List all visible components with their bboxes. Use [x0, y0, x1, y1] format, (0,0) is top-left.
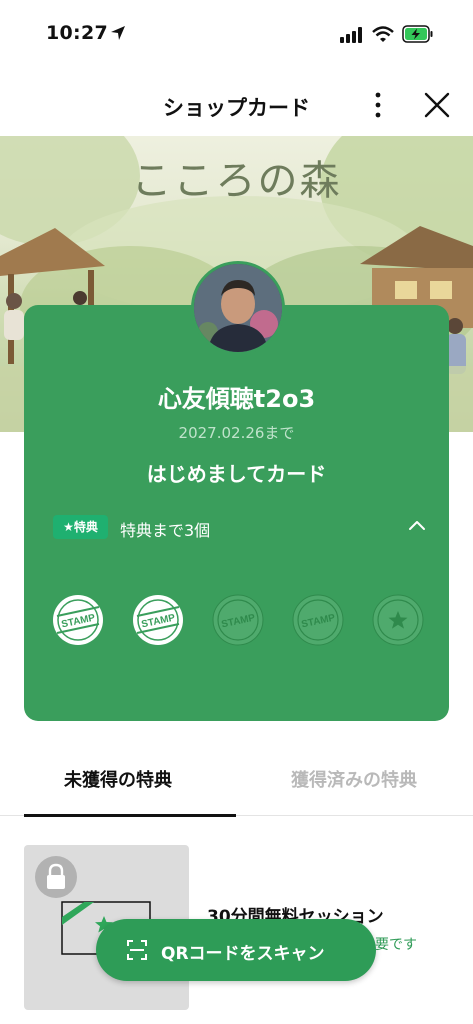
shop-card: 心友傾聴t2o3 2027.02.26まで はじめましてカード ★特典 特典まで… [24, 305, 449, 721]
banner-title: こころの森 [131, 158, 342, 204]
header: ショップカード [0, 70, 473, 136]
location-arrow-icon [111, 26, 125, 40]
card-holder-name: 心友傾聴t2o3 [157, 385, 316, 413]
battery-charging-icon [402, 25, 433, 43]
scan-qr-button[interactable]: QRコードをスキャン [96, 919, 376, 981]
stamp-empty: STAMP [292, 594, 344, 646]
stamp-row: STAMP STAMP STAMP STAMP [51, 593, 427, 649]
wifi-icon [372, 26, 394, 42]
reward-note: 要です [375, 937, 417, 953]
profile-photo [194, 264, 282, 352]
card-expiry-date: 2027.02.26まで [178, 424, 295, 442]
page-title: ショップカード [163, 96, 310, 120]
cellular-signal-icon [340, 27, 362, 43]
scan-qr-label: QRコードをスキャン [161, 944, 325, 964]
card-type-title: はじめましてカード [146, 462, 327, 486]
tab-unclaimed-rewards[interactable]: 未獲得の特典 [0, 752, 236, 817]
avatar [191, 261, 285, 355]
status-time: 10:27 [46, 22, 108, 44]
more-options-icon[interactable] [370, 90, 386, 120]
stamp-collected: STAMP [53, 595, 103, 645]
tab-claimed-rewards[interactable]: 獲得済みの特典 [236, 752, 472, 816]
stamp-collected: STAMP [133, 595, 183, 645]
chevron-up-icon[interactable] [408, 519, 426, 531]
reward-tabs: 未獲得の特典 獲得済みの特典 [0, 752, 473, 817]
close-icon[interactable] [424, 92, 450, 118]
stamp-empty: STAMP [212, 594, 264, 646]
status-bar: 10:27 [0, 0, 473, 70]
benefit-badge: ★特典 [53, 515, 108, 539]
reward-star-stamp-icon [372, 594, 424, 646]
qr-scan-icon [127, 940, 147, 960]
benefit-remaining-text: 特典まで3個 [120, 521, 211, 540]
